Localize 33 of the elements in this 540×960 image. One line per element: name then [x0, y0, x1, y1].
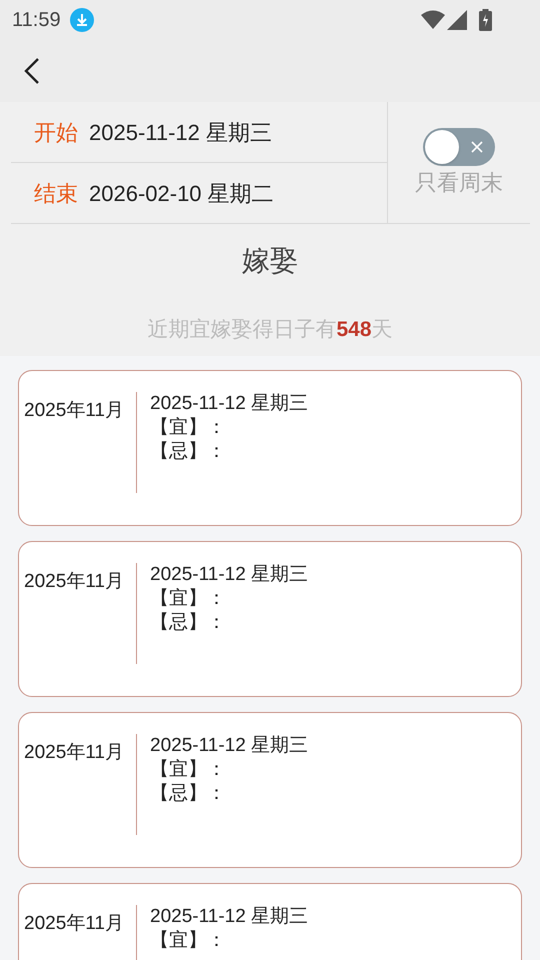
month-label: 2025年11月	[23, 398, 125, 422]
suitable-line: 【宜】：	[150, 586, 227, 610]
day-date: 2025-11-12 星期三	[150, 562, 308, 586]
date-card[interactable]: 2025年11月 2025-11-12 星期三 【宜】： 【忌】：	[18, 370, 522, 526]
date-card[interactable]: 2025年11月 2025-11-12 星期三 【宜】： 【忌】：	[18, 712, 522, 868]
start-date[interactable]: 2025-11-12 星期三	[89, 116, 272, 148]
month-label: 2025年11月	[23, 570, 125, 594]
close-icon	[471, 141, 483, 153]
month-label: 2025年11月	[23, 740, 125, 764]
date-card[interactable]: 2025年11月 2025-11-12 星期三 【宜】：	[18, 882, 522, 960]
download-icon	[70, 8, 94, 32]
wifi-icon	[421, 10, 445, 30]
suitable-line: 【宜】：	[150, 928, 227, 952]
status-time: 11:59	[12, 8, 61, 33]
suitable-line: 【宜】：	[150, 416, 227, 440]
battery-icon	[479, 9, 492, 31]
day-date: 2025-11-12 星期三	[150, 392, 308, 416]
date-card[interactable]: 2025年11月 2025-11-12 星期三 【宜】： 【忌】：	[18, 540, 522, 696]
end-date[interactable]: 2026-02-10 星期二	[89, 176, 274, 210]
avoid-line: 【忌】：	[150, 782, 227, 806]
signal-icon	[447, 10, 467, 30]
day-date: 2025-11-12 星期三	[150, 734, 308, 758]
start-label: 开始	[34, 118, 78, 146]
avoid-line: 【忌】：	[150, 440, 227, 464]
weekend-label: 只看周末	[415, 169, 503, 197]
page-title: 嫁娶	[241, 244, 299, 278]
weekend-toggle[interactable]	[423, 128, 495, 166]
suitable-line: 【宜】：	[150, 758, 227, 782]
avoid-line: 【忌】：	[150, 610, 227, 634]
day-date: 2025-11-12 星期三	[150, 904, 308, 928]
back-icon[interactable]	[24, 57, 40, 85]
month-label: 2025年11月	[23, 912, 125, 936]
end-label: 结束	[34, 180, 78, 208]
